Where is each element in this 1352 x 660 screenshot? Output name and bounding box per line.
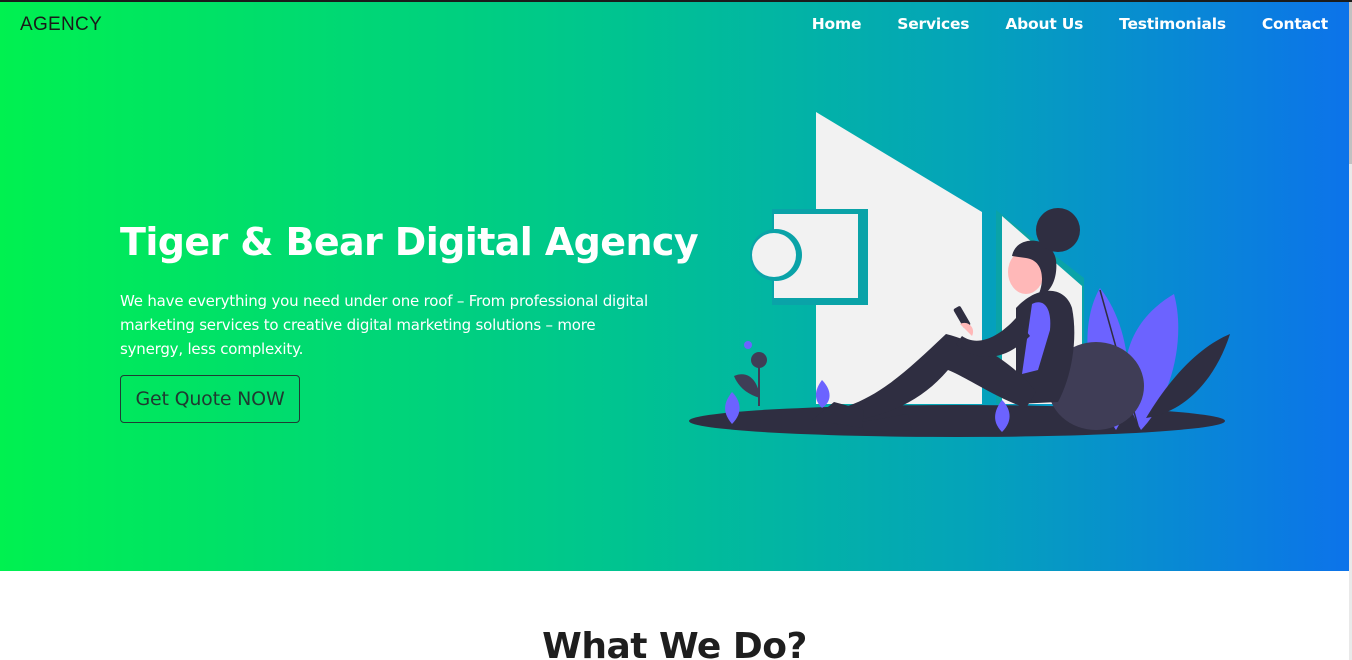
section-title: What We Do? xyxy=(542,626,807,660)
small-plant-leaf xyxy=(734,374,760,398)
hero-title: Tiger & Bear Digital Agency xyxy=(120,220,699,264)
hero-section: AGENCY Home Services About Us Testimonia… xyxy=(0,2,1349,571)
woman-hair-bun xyxy=(1036,208,1080,252)
nav-home-link[interactable]: Home xyxy=(812,15,862,33)
woman-with-phone-illustration xyxy=(689,112,1230,437)
building-circle xyxy=(752,233,796,277)
hero-description: We have everything you need under one ro… xyxy=(120,292,648,358)
get-quote-button[interactable]: Get Quote NOW xyxy=(120,375,300,423)
nav-about-link[interactable]: About Us xyxy=(1005,15,1083,33)
small-plant-berry-purple xyxy=(744,341,752,349)
main-nav: Home Services About Us Testimonials Cont… xyxy=(776,15,1328,33)
nav-testimonials-link[interactable]: Testimonials xyxy=(1119,15,1226,33)
small-plant-berry xyxy=(751,352,767,368)
brand-logo[interactable]: AGENCY xyxy=(20,14,102,36)
nav-contact-link[interactable]: Contact xyxy=(1262,15,1328,33)
nav-services-link[interactable]: Services xyxy=(897,15,969,33)
